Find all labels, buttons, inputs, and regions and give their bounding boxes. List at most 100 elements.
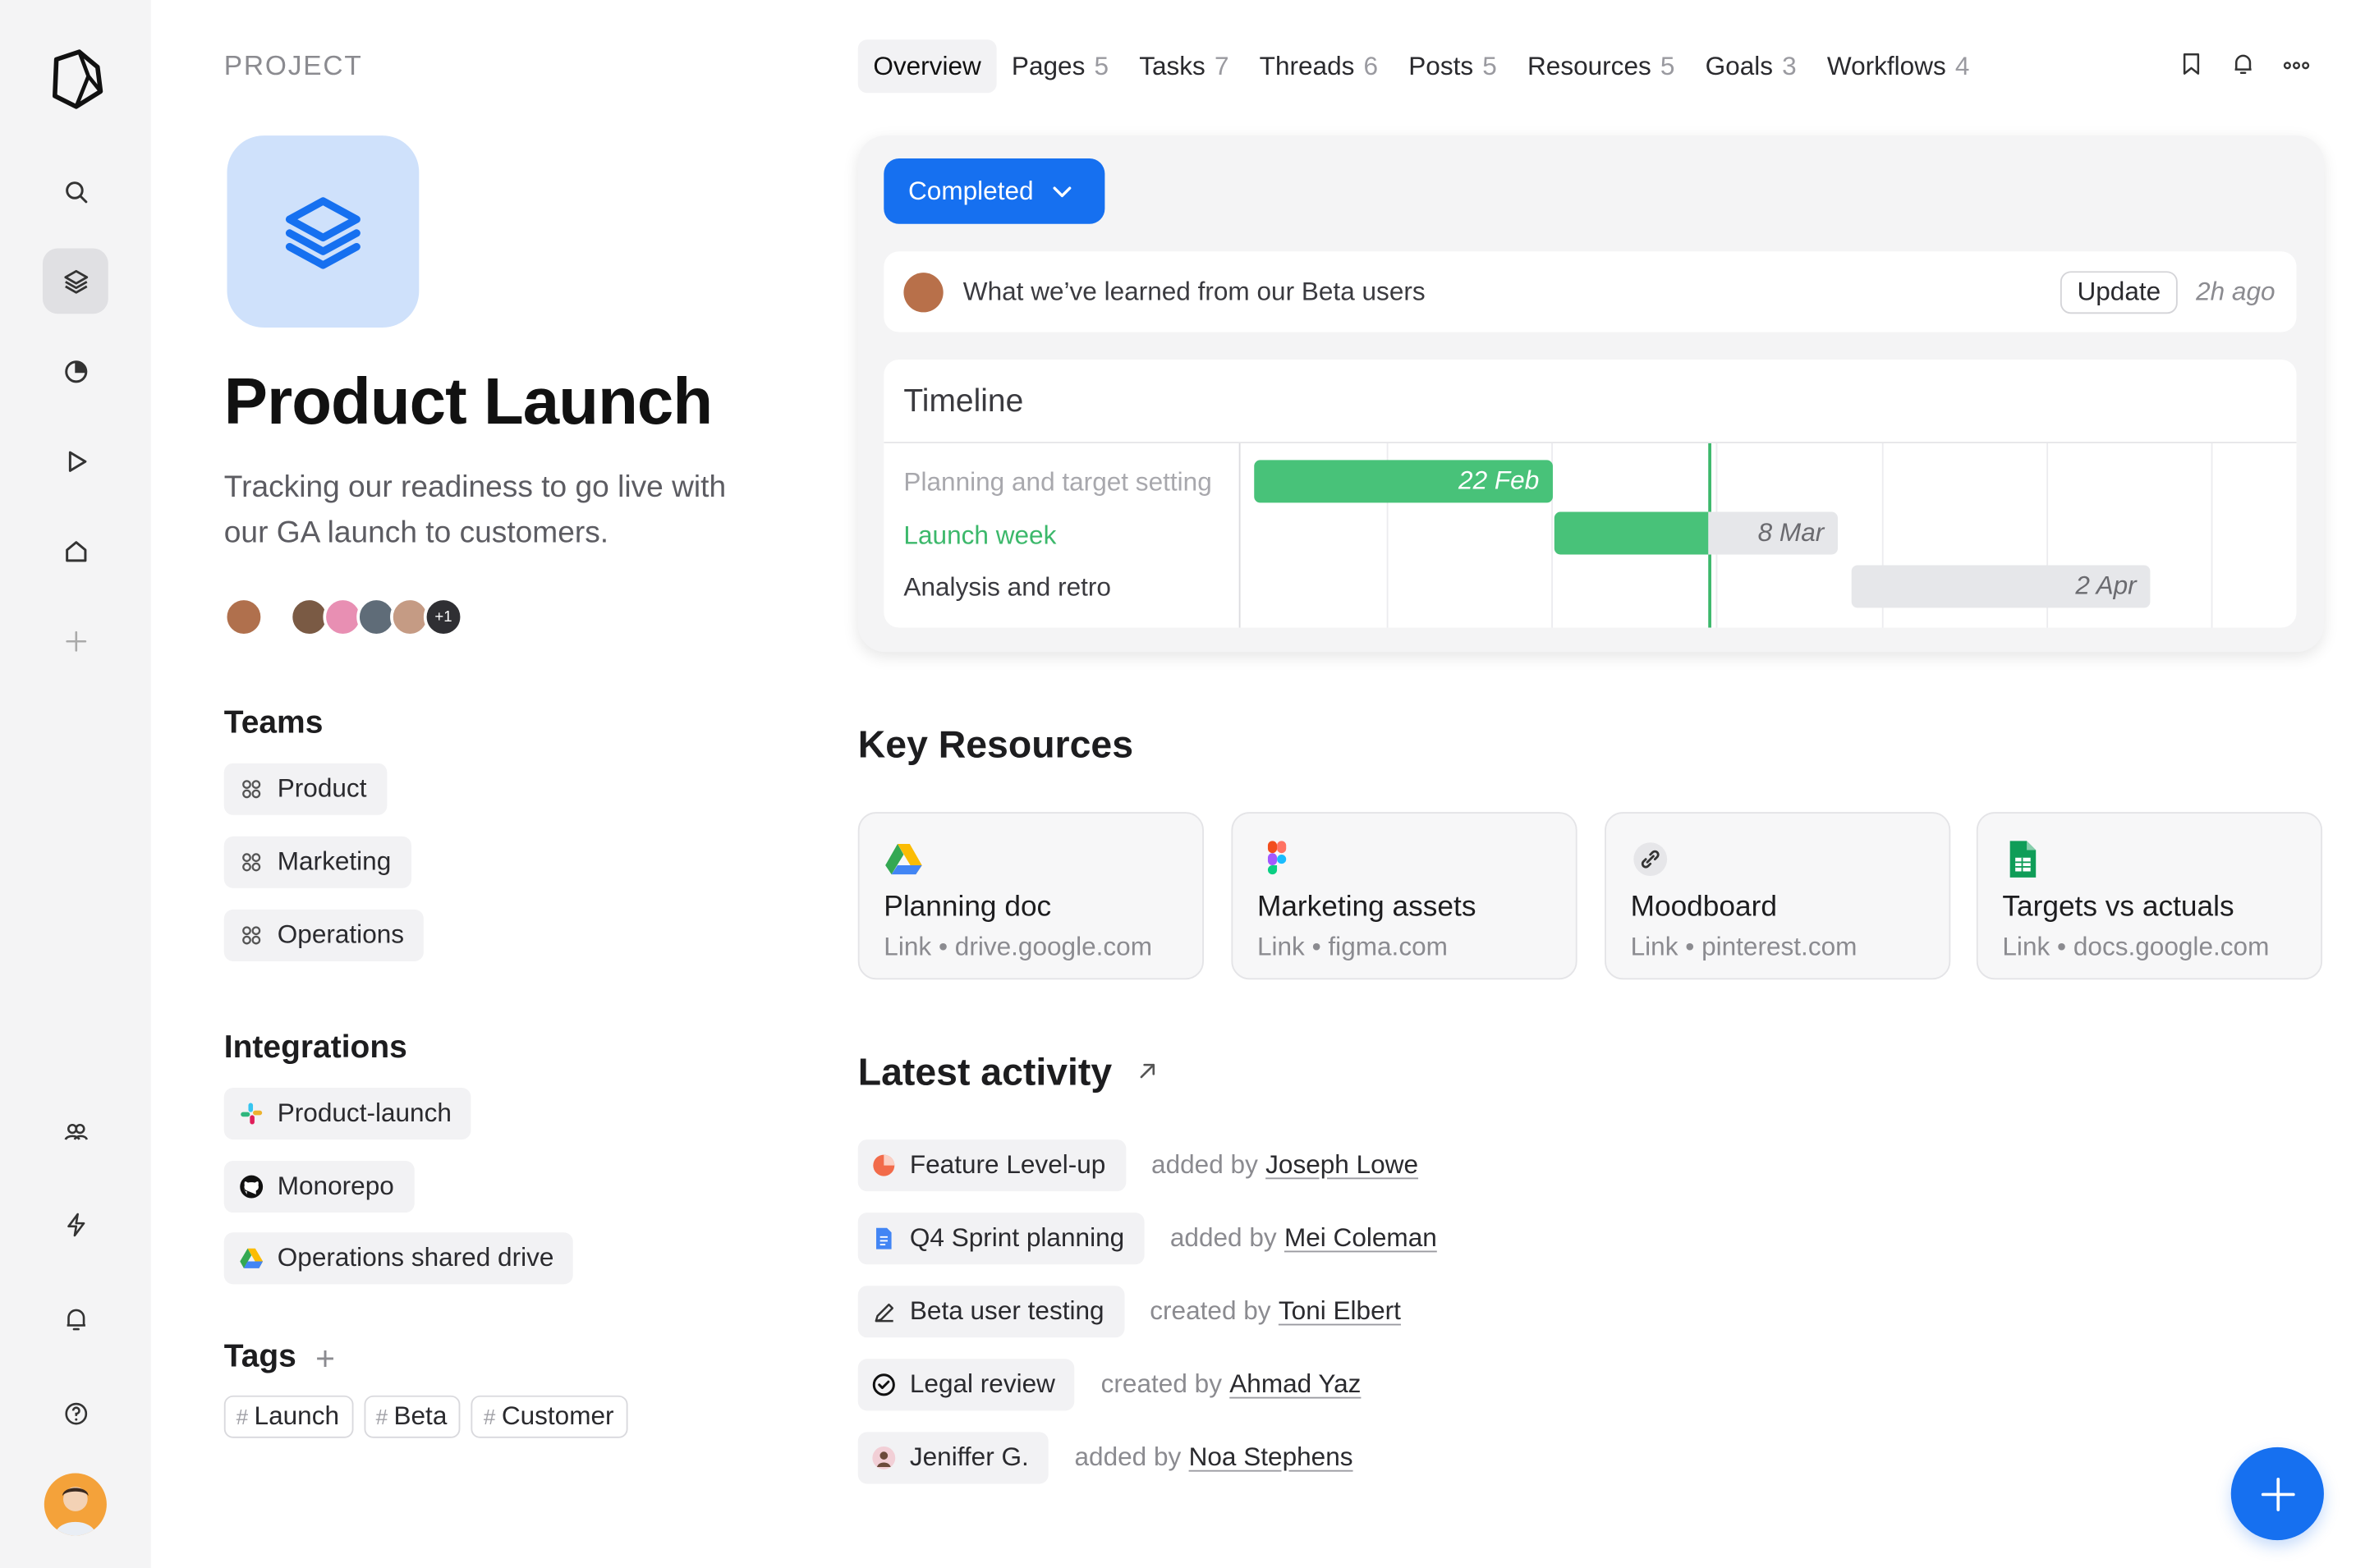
integration-chip-github[interactable]: Monorepo (223, 1161, 414, 1213)
figma-icon (1257, 839, 1297, 878)
link-icon (1631, 839, 1670, 878)
resource-card-planning-doc[interactable]: Planning doc Link • drive.google.com (857, 812, 1205, 980)
activity-verb: added by (1151, 1150, 1258, 1180)
activity-meta: created by Toni Elbert (1150, 1296, 1401, 1327)
tag-beta[interactable]: # Beta (363, 1395, 462, 1438)
plus-icon (2260, 1477, 2294, 1511)
project-tabs: Overview Pages 5 Tasks 7 Threads 6 Posts 5 R… (857, 39, 1985, 94)
grid-line (1238, 443, 1241, 628)
timeline-bar-launch-week[interactable]: 8 Mar (1554, 511, 1838, 555)
status-dropdown-button[interactable]: Completed (884, 158, 1105, 224)
bar-progress-fill (1554, 511, 1709, 555)
resource-meta: Link • pinterest.com (1630, 932, 1858, 961)
team-label: Operations (277, 919, 405, 950)
resource-type: Link (1256, 932, 1305, 961)
activity-row: Jeniffer G. added by Noa Stephens (857, 1432, 1353, 1484)
tab-goals[interactable]: Goals 3 (1690, 39, 1812, 93)
lightning-icon[interactable] (43, 1191, 108, 1257)
tab-tasks[interactable]: Tasks 7 (1124, 39, 1244, 93)
tab-label: Resources (1527, 51, 1651, 80)
person-link[interactable]: Joseph Lowe (1265, 1150, 1418, 1179)
search-icon[interactable] (43, 158, 108, 224)
add-tag-icon[interactable]: + (315, 1339, 335, 1378)
timeline-bar-planning[interactable]: 22 Feb (1254, 460, 1553, 503)
activity-item-chip[interactable]: Beta user testing (857, 1286, 1124, 1338)
more-members-badge[interactable]: +1 (423, 597, 464, 637)
google-drive-icon (239, 1246, 264, 1271)
projects-layers-icon[interactable] (42, 248, 108, 314)
resource-meta: Link • docs.google.com (2002, 932, 2270, 961)
project-layers-icon (227, 135, 420, 328)
activity-item-chip[interactable]: Jeniffer G. (857, 1432, 1049, 1484)
activity-row: Q4 Sprint planning added by Mei Coleman (857, 1213, 1437, 1265)
resource-title: Targets vs actuals (2002, 891, 2234, 924)
team-chip-operations[interactable]: Operations (223, 909, 425, 961)
tab-pages[interactable]: Pages 5 (996, 39, 1123, 93)
bookmark-icon[interactable] (2178, 50, 2208, 80)
team-label: Product (277, 773, 367, 803)
bar-date: 8 Mar (1757, 517, 1825, 548)
activity-item-chip[interactable]: Q4 Sprint planning (857, 1213, 1145, 1265)
pie-chart-icon[interactable] (43, 338, 108, 404)
latest-update-row[interactable]: What we’ve learned from our Beta users U… (884, 251, 2297, 332)
hash-icon: # (483, 1404, 496, 1429)
person-link[interactable]: Mei Coleman (1284, 1223, 1437, 1252)
update-button[interactable]: Update (2060, 271, 2178, 314)
tab-posts[interactable]: Posts 5 (1394, 39, 1513, 93)
hash-icon: # (236, 1404, 249, 1429)
person-link[interactable]: Noa Stephens (1189, 1442, 1353, 1471)
project-label: PROJECT (223, 50, 363, 81)
add-icon[interactable] (43, 607, 108, 673)
tag-launch[interactable]: # Launch (223, 1395, 353, 1438)
resource-card-moodboard[interactable]: Moodboard Link • pinterest.com (1605, 812, 1951, 980)
activity-meta: added by Noa Stephens (1075, 1442, 1353, 1473)
play-icon[interactable] (43, 428, 108, 493)
person-link[interactable]: Toni Elbert (1279, 1296, 1401, 1325)
integration-chip-google-drive[interactable]: Operations shared drive (223, 1232, 574, 1285)
app-logo-icon[interactable] (43, 46, 110, 113)
more-options-icon[interactable] (2281, 50, 2312, 80)
resource-type: Link (1630, 932, 1678, 961)
team-chip-product[interactable]: Product (223, 763, 387, 815)
notifications-bell-icon[interactable] (2230, 50, 2260, 80)
activity-title: Legal review (909, 1369, 1055, 1399)
tab-workflows[interactable]: Workflows 4 (1812, 39, 1985, 93)
bell-icon[interactable] (43, 1286, 108, 1351)
tag-customer[interactable]: # Customer (471, 1395, 628, 1438)
tab-threads[interactable]: Threads 6 (1244, 39, 1394, 93)
tab-overview[interactable]: Overview (857, 39, 997, 94)
help-icon[interactable] (43, 1380, 108, 1446)
activity-row: Feature Level-up added by Joseph Lowe (857, 1139, 1418, 1192)
resource-card-targets-vs-actuals[interactable]: Targets vs actuals Link • docs.google.co… (1976, 812, 2323, 980)
timeline-row-label: Launch week (903, 520, 1057, 550)
user-avatar[interactable] (44, 1473, 107, 1536)
integration-label: Monorepo (277, 1171, 394, 1201)
integration-chip-slack[interactable]: Product-launch (223, 1087, 472, 1140)
github-icon (239, 1175, 264, 1199)
tab-count: 6 (1363, 51, 1379, 80)
chevron-down-icon (1053, 186, 1072, 197)
owner-avatar[interactable] (223, 597, 264, 637)
pie-icon (871, 1153, 896, 1178)
resource-card-marketing-assets[interactable]: Marketing assets Link • figma.com (1231, 812, 1577, 980)
tab-label: Tasks (1139, 51, 1205, 80)
activity-item-chip[interactable]: Feature Level-up (857, 1139, 1126, 1192)
activity-item-chip[interactable]: Legal review (857, 1359, 1076, 1411)
activity-row: Beta user testing created by Toni Elbert (857, 1286, 1401, 1338)
timeline-heading: Timeline (903, 383, 1024, 420)
person-link[interactable]: Ahmad Yaz (1229, 1369, 1361, 1398)
tab-resources[interactable]: Resources 5 (1512, 39, 1690, 93)
arrow-up-right-icon[interactable] (1134, 1057, 1161, 1084)
check-circle-icon (871, 1373, 896, 1397)
team-icon (239, 924, 264, 948)
tab-label: Goals (1705, 51, 1774, 80)
status-card: Completed What we’ve learned from our Be… (857, 135, 2324, 653)
people-icon[interactable] (43, 1098, 108, 1164)
timeline-row-label: Analysis and retro (903, 572, 1111, 603)
home-icon[interactable] (43, 518, 108, 584)
activity-row: Legal review created by Ahmad Yaz (857, 1359, 1361, 1411)
resource-title: Moodboard (1630, 891, 1777, 924)
team-chip-marketing[interactable]: Marketing (223, 836, 411, 888)
timeline-bar-analysis[interactable]: 2 Apr (1851, 565, 2151, 608)
create-new-button[interactable] (2230, 1447, 2324, 1541)
